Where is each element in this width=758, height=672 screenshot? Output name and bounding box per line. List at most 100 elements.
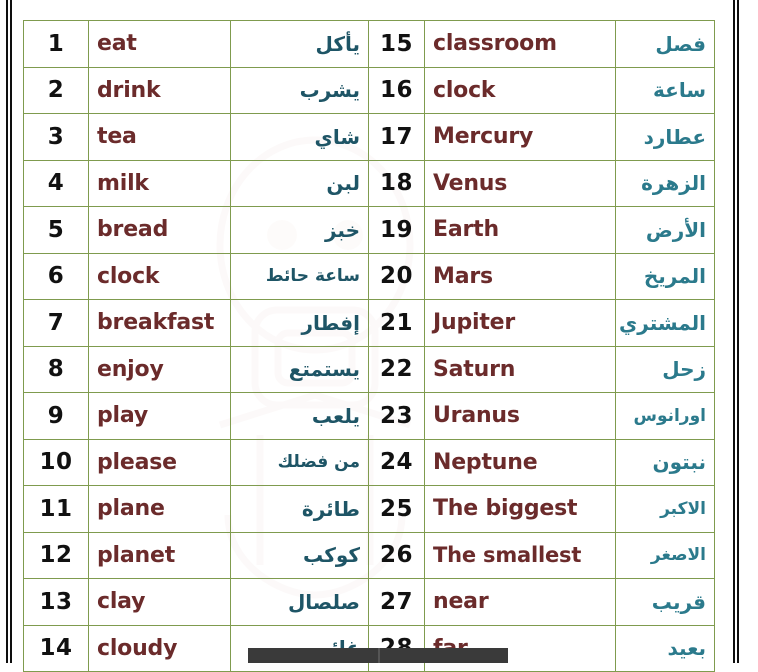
entry-number: 3	[23, 113, 89, 161]
entry-arabic: اورانوس	[615, 392, 715, 440]
entry-number: 17	[368, 113, 425, 161]
entry-number: 1	[23, 20, 89, 68]
entry-english: enjoy	[88, 345, 231, 393]
entry-number: 8	[23, 345, 89, 393]
entry-arabic: فصل	[615, 20, 715, 68]
entry-english: tea	[88, 113, 231, 161]
entry-english: Mars	[424, 252, 616, 300]
entry-arabic: المشتري	[615, 299, 715, 347]
entry-english: Mercury	[424, 113, 616, 161]
page-canvas: 1 eat يأكل 15 classroom فصل 2 drink يشرب…	[0, 0, 758, 672]
entry-arabic: ساعة حائط	[230, 252, 369, 300]
entry-arabic: إفطار	[230, 299, 369, 347]
entry-english: clock	[424, 66, 616, 114]
page-edge-rule-left	[6, 0, 13, 663]
entry-arabic: صلصال	[230, 578, 369, 626]
entry-number: 27	[368, 578, 425, 626]
entry-arabic: يشرب	[230, 66, 369, 114]
table-row: 7 breakfast إفطار 21 Jupiter المشتري	[23, 299, 715, 347]
table-row: 3 tea شاي 17 Mercury عطارد	[23, 113, 715, 161]
entry-number: 7	[23, 299, 89, 347]
table-row: 1 eat يأكل 15 classroom فصل	[23, 20, 715, 68]
entry-number: 16	[368, 66, 425, 114]
entry-arabic: الزهرة	[615, 159, 715, 207]
table-row: 6 clock ساعة حائط 20 Mars المريخ	[23, 252, 715, 300]
entry-arabic: قريب	[615, 578, 715, 626]
entry-english: clock	[88, 252, 231, 300]
entry-arabic: زحل	[615, 345, 715, 393]
entry-english: bread	[88, 206, 231, 254]
table-row: 2 drink يشرب 16 clock ساعة	[23, 66, 715, 114]
entry-number: 25	[368, 485, 425, 533]
entry-english: plane	[88, 485, 231, 533]
entry-number: 20	[368, 252, 425, 300]
entry-number: 12	[23, 531, 89, 579]
table-row: 12 planet كوكب 26 The smallest الاصغر	[23, 531, 715, 579]
entry-number: 15	[368, 20, 425, 68]
entry-arabic: عطارد	[615, 113, 715, 161]
entry-english: The biggest	[424, 485, 616, 533]
entry-number: 14	[23, 624, 89, 672]
entry-number: 22	[368, 345, 425, 393]
entry-arabic: بعيد	[615, 624, 715, 672]
scrollbar-thumb-divider	[378, 648, 380, 663]
entry-arabic: شاي	[230, 113, 369, 161]
table-row: 10 please من فضلك 24 Neptune نبتون	[23, 438, 715, 486]
horizontal-scrollbar-thumb[interactable]	[248, 648, 508, 663]
entry-number: 4	[23, 159, 89, 207]
table-row: 13 clay صلصال 27 near قريب	[23, 578, 715, 626]
entry-number: 19	[368, 206, 425, 254]
table-row: 11 plane طائرة 25 The biggest الاكبر	[23, 485, 715, 533]
entry-english: cloudy	[88, 624, 231, 672]
page-edge-rule-right	[733, 0, 740, 663]
entry-number: 24	[368, 438, 425, 486]
entry-arabic: الأرض	[615, 206, 715, 254]
entry-english: milk	[88, 159, 231, 207]
entry-english: Uranus	[424, 392, 616, 440]
entry-number: 21	[368, 299, 425, 347]
entry-arabic: كوكب	[230, 531, 369, 579]
entry-arabic: طائرة	[230, 485, 369, 533]
vocabulary-table-body: 1 eat يأكل 15 classroom فصل 2 drink يشرب…	[23, 20, 715, 672]
entry-english: near	[424, 578, 616, 626]
entry-english: eat	[88, 20, 231, 68]
entry-english: drink	[88, 66, 231, 114]
entry-number: 13	[23, 578, 89, 626]
entry-number: 10	[23, 438, 89, 486]
entry-arabic: يأكل	[230, 20, 369, 68]
entry-english: Jupiter	[424, 299, 616, 347]
entry-english: Saturn	[424, 345, 616, 393]
entry-arabic: المريخ	[615, 252, 715, 300]
vocabulary-table-container: 1 eat يأكل 15 classroom فصل 2 drink يشرب…	[23, 20, 715, 672]
entry-number: 18	[368, 159, 425, 207]
entry-english: classroom	[424, 20, 616, 68]
entry-arabic: ساعة	[615, 66, 715, 114]
entry-english: Earth	[424, 206, 616, 254]
entry-number: 26	[368, 531, 425, 579]
entry-number: 2	[23, 66, 89, 114]
entry-arabic: من فضلك	[230, 438, 369, 486]
entry-english: clay	[88, 578, 231, 626]
entry-arabic: نبتون	[615, 438, 715, 486]
entry-arabic: الاكبر	[615, 485, 715, 533]
table-row: 8 enjoy يستمتع 22 Saturn زحل	[23, 345, 715, 393]
entry-english: play	[88, 392, 231, 440]
entry-number: 11	[23, 485, 89, 533]
entry-english: Venus	[424, 159, 616, 207]
entry-number: 5	[23, 206, 89, 254]
entry-arabic: الاصغر	[615, 531, 715, 579]
vocabulary-table: 1 eat يأكل 15 classroom فصل 2 drink يشرب…	[23, 20, 715, 672]
table-row: 5 bread خبز 19 Earth الأرض	[23, 206, 715, 254]
table-row: 9 play يلعب 23 Uranus اورانوس	[23, 392, 715, 440]
entry-arabic: يستمتع	[230, 345, 369, 393]
entry-arabic: لبن	[230, 159, 369, 207]
entry-number: 9	[23, 392, 89, 440]
entry-english: planet	[88, 531, 231, 579]
entry-number: 6	[23, 252, 89, 300]
entry-english: breakfast	[88, 299, 231, 347]
table-row: 4 milk لبن 18 Venus الزهرة	[23, 159, 715, 207]
entry-number: 23	[368, 392, 425, 440]
entry-english: Neptune	[424, 438, 616, 486]
entry-english: The smallest	[424, 531, 616, 579]
entry-english: please	[88, 438, 231, 486]
